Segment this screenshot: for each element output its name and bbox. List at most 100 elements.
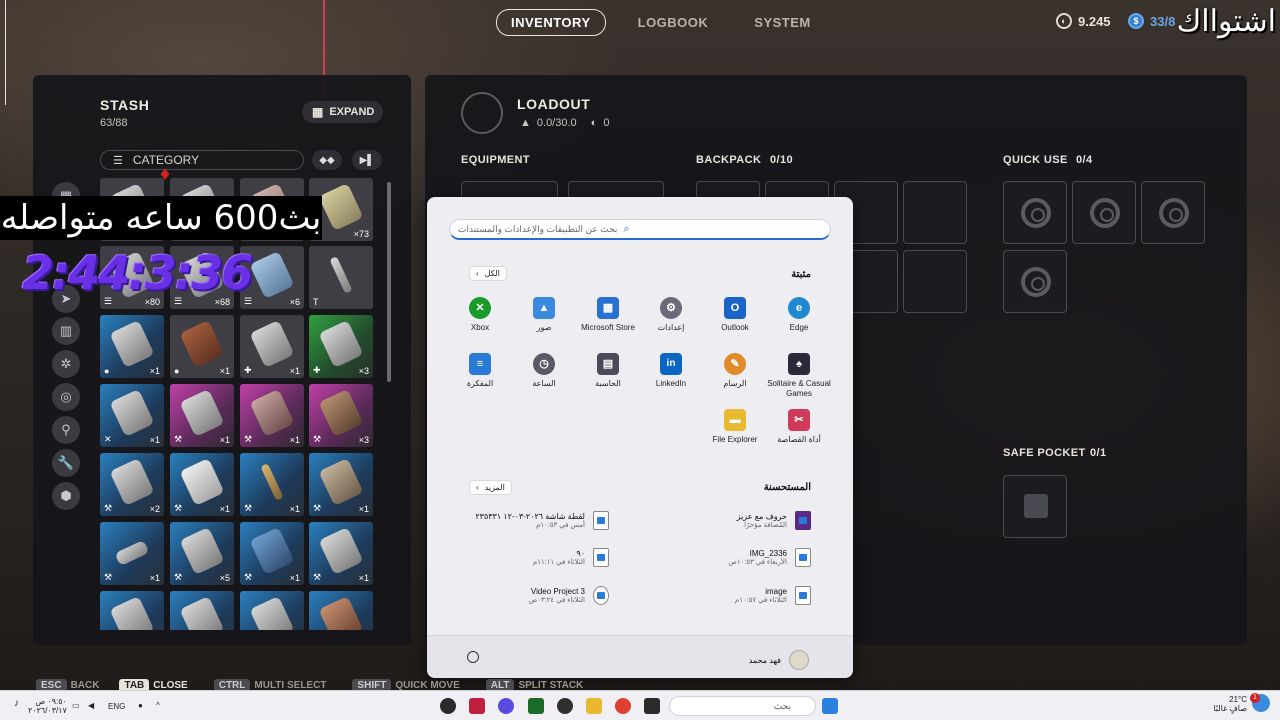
stash-scrollbar[interactable] — [387, 182, 391, 382]
app-settings[interactable]: ⚙ إعدادات — [639, 297, 703, 333]
clock[interactable]: ٠٩:٥٠ ص ٢٠٢٦/٠٣/١٧ — [28, 697, 67, 715]
category-filter[interactable]: ☰ CATEGORY — [100, 150, 304, 170]
stash-item[interactable]: ⚒ ×1 — [240, 384, 304, 447]
stash-item[interactable] — [100, 591, 164, 630]
category-box-icon[interactable]: ⬢ — [52, 482, 80, 510]
app-file-explorer[interactable]: ▬ File Explorer — [703, 409, 767, 445]
windows-start-icon[interactable] — [822, 698, 838, 714]
stash-item[interactable] — [309, 591, 373, 630]
folder-icon[interactable] — [586, 698, 602, 714]
start-menu: ⌕ بحث عن التطبيقات والإعدادات والمستندات… — [427, 197, 853, 678]
power-icon[interactable] — [467, 651, 479, 663]
weather-desc: صافٍ غالبًا — [1213, 704, 1247, 713]
recommended-item[interactable]: حروف مع عزيز المُضافة مؤخرًا — [671, 511, 811, 530]
recommended-item[interactable]: ٩٠ الثلاثاء في ١١:١١م — [469, 548, 609, 567]
quickuse-slot[interactable] — [1072, 181, 1136, 244]
microphone-icon[interactable]: ● — [138, 701, 143, 710]
category-books-icon[interactable]: ▥ — [52, 317, 80, 345]
app-edge[interactable]: e Edge — [767, 297, 831, 333]
quickuse-slot[interactable] — [1141, 181, 1205, 244]
app-outlook[interactable]: O Outlook — [703, 297, 767, 333]
app-icon[interactable] — [644, 698, 660, 714]
recommended-item[interactable]: image الثلاثاء في ١٠:٥٧م — [671, 586, 811, 605]
app-xbox[interactable]: ✕ Xbox — [448, 297, 512, 333]
stash-item[interactable]: ✚ ×1 — [240, 315, 304, 378]
stash-item[interactable]: ⚒ ×1 — [240, 453, 304, 516]
taskbar-search-input[interactable]: بحث — [669, 696, 816, 716]
more-button[interactable]: ‹ المزيد — [469, 480, 512, 495]
stash-item[interactable]: ⚒ ×1 — [309, 453, 373, 516]
wrench-icon: ⚒ — [244, 572, 253, 582]
app-icon[interactable] — [440, 698, 456, 714]
chrome-icon[interactable] — [615, 698, 631, 714]
user-account[interactable]: فهد محمد — [749, 650, 809, 670]
backpack-slot[interactable] — [903, 250, 967, 313]
recommended-title-text: ٩٠ — [576, 549, 585, 558]
app-icon[interactable] — [528, 698, 544, 714]
category-parts-icon[interactable]: ✲ — [52, 350, 80, 378]
quickuse-slot[interactable] — [1003, 181, 1067, 244]
steam-icon[interactable] — [557, 698, 573, 714]
app-file-icon — [795, 511, 811, 530]
stash-item[interactable]: ⚒ ×2 — [100, 453, 164, 516]
transfer-button[interactable]: ▶▌ — [352, 150, 382, 170]
stash-item[interactable]: ⚒ ×1 — [170, 384, 234, 447]
clock-icon: ◷ — [533, 353, 555, 375]
backpack-slot[interactable] — [903, 181, 967, 244]
recommended-item[interactable]: IMG_2336 الأربعاء في ١٠:٥٣ص — [671, 548, 811, 567]
app-photos[interactable]: ▲ صور — [512, 297, 576, 333]
stash-item[interactable] — [240, 591, 304, 630]
stash-item[interactable]: ● ×1 — [100, 315, 164, 378]
stash-item[interactable]: ● ×1 — [170, 315, 234, 378]
tab-inventory[interactable]: INVENTORY — [496, 9, 606, 36]
quickuse-slot[interactable] — [1003, 250, 1067, 313]
stash-item[interactable]: ⚒ ×5 — [170, 522, 234, 585]
expand-button[interactable]: ▦ EXPAND — [302, 101, 383, 123]
app-notepad[interactable]: ≡ المفكرة — [448, 353, 512, 389]
discord-icon[interactable] — [498, 698, 514, 714]
safepocket-slot[interactable] — [1003, 475, 1067, 538]
edge-icon: e — [788, 297, 810, 319]
app-clock[interactable]: ◷ الساعة — [512, 353, 576, 389]
chevron-up-icon[interactable]: ^ — [156, 701, 160, 710]
all-apps-button[interactable]: ‹ الكل — [469, 266, 507, 281]
volume-icon[interactable]: ◀ — [88, 701, 94, 710]
stash-item[interactable]: ✕ ×1 — [100, 384, 164, 447]
stash-item[interactable]: ⚒ ×1 — [170, 453, 234, 516]
app-store[interactable]: ▦ Microsoft Store — [576, 297, 640, 333]
recommended-item[interactable]: Video Project 3 الثلاثاء في ٠٣:٢٤ص — [469, 586, 609, 605]
weather-widget[interactable]: 21°C صافٍ غالبًا — [1205, 695, 1247, 713]
app-paint[interactable]: ✎ الرسام — [703, 353, 767, 389]
loadout-stats: ▲ 0.0/30.0 ◐ 0 — [520, 117, 609, 129]
app-solitaire[interactable]: ♠ Solitaire & Casual Games — [767, 353, 831, 399]
empty-slot-icon — [1021, 267, 1051, 297]
stash-item[interactable]: ⚒ ×1 — [100, 522, 164, 585]
sort-button[interactable]: ◆◆ — [312, 150, 342, 170]
start-search-input[interactable]: ⌕ بحث عن التطبيقات والإعدادات والمستندات — [449, 219, 831, 240]
store-icon: ▦ — [597, 297, 619, 319]
app-icon[interactable] — [469, 698, 485, 714]
tool-icon: T — [313, 297, 319, 307]
stash-item[interactable] — [170, 591, 234, 630]
bell-icon[interactable]: ♪ — [14, 699, 19, 709]
tab-logbook[interactable]: LOGBOOK — [624, 10, 723, 35]
category-tools-icon[interactable]: ⚲ — [52, 416, 80, 444]
category-wrench-icon[interactable]: 🔧 — [52, 449, 80, 477]
loadout-weight: 0.0/30.0 — [536, 117, 577, 129]
stash-item[interactable]: ⚒ ×1 — [309, 522, 373, 585]
battery-icon[interactable]: ▭ — [72, 701, 80, 710]
stash-item[interactable]: ⚒ ×3 — [309, 384, 373, 447]
item-count: ×1 — [219, 366, 230, 376]
language-indicator[interactable]: ENG — [108, 702, 125, 711]
recommended-subtitle: الثلاثاء في ١٠:٥٧م — [734, 597, 787, 604]
recommended-item[interactable]: لقطة شاشة ٢٠٢٦-٠٣-١٢ ٢٣٥٣٣١ أمس في ١٠:٥٣م — [469, 511, 609, 530]
app-calculator[interactable]: ▤ الحاسبة — [576, 353, 640, 389]
stash-item[interactable]: ✚ ×3 — [309, 315, 373, 378]
app-snipping[interactable]: ✂ أداة القصاصة — [767, 409, 831, 445]
wrench-icon: ⚒ — [174, 572, 183, 582]
category-modules-icon[interactable]: ◎ — [52, 383, 80, 411]
tab-system[interactable]: SYSTEM — [740, 10, 824, 35]
app-linkedin[interactable]: in LinkedIn — [639, 353, 703, 389]
stash-item[interactable]: ⚒ ×1 — [240, 522, 304, 585]
stash-item[interactable]: T — [309, 246, 373, 309]
